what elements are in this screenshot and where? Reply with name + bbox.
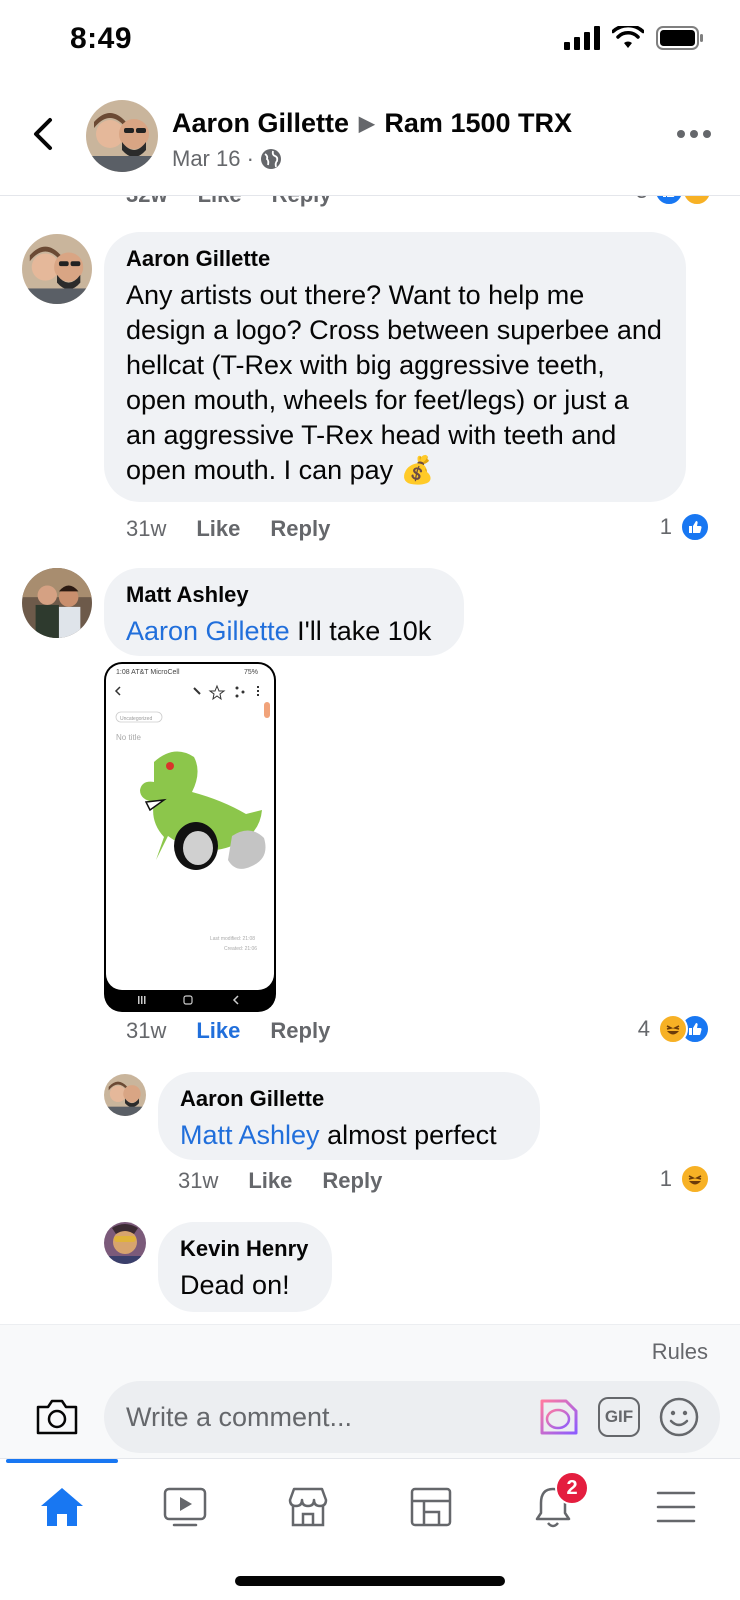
header-group[interactable]: Ram 1500 TRX — [384, 108, 572, 139]
battery-icon — [656, 26, 703, 50]
like-action[interactable]: Like — [196, 1018, 240, 1044]
attachment-modified: Last modified: 21:08 — [210, 936, 255, 942]
reply-bubble[interactable]: Aaron Gillette Matt Ashley almost perfec… — [158, 1072, 540, 1160]
home-indicator — [235, 1576, 505, 1586]
attachment-battery: 75% — [244, 669, 258, 676]
header-subtitle: Mar 16 · — [172, 146, 282, 172]
post-date: Mar 16 · — [172, 146, 254, 171]
marketplace-icon — [288, 1487, 328, 1527]
comment-body: almost perfect — [319, 1120, 497, 1150]
cellular-signal-icon — [564, 26, 600, 50]
composer-icons: GIF — [536, 1395, 700, 1439]
notification-badge: 2 — [555, 1471, 589, 1505]
comment-body: Any artists out there? Want to help me d… — [126, 280, 662, 485]
comment-reactions[interactable]: 1 — [660, 512, 710, 542]
avatar[interactable] — [22, 234, 92, 304]
camera-button[interactable] — [34, 1397, 80, 1437]
reaction-count: 4 — [637, 1016, 650, 1041]
tab-watch[interactable] — [155, 1479, 215, 1535]
comments-feed[interactable]: 32w Like Reply 5 Aaron Gillette Any arti… — [0, 196, 740, 1324]
reply-action[interactable]: Reply — [272, 196, 332, 208]
comment-text: Matt Ashley almost perfect — [180, 1118, 518, 1153]
avatar[interactable] — [104, 1074, 146, 1116]
tab-menu[interactable] — [646, 1479, 706, 1535]
avatar[interactable] — [104, 1222, 146, 1264]
comment-reactions[interactable]: 4 — [638, 1014, 710, 1044]
gif-label: GIF — [604, 1407, 634, 1426]
reply-bubble[interactable]: Kevin Henry Dead on! — [158, 1222, 332, 1312]
more-options-button[interactable] — [676, 124, 712, 144]
comment-composer: Rules GIF — [0, 1324, 740, 1458]
arrow-right-icon: ▶ — [359, 113, 375, 135]
haha-reaction-icon — [658, 1014, 688, 1044]
video-icon — [163, 1487, 207, 1527]
mention-link[interactable]: Matt Ashley — [180, 1120, 320, 1150]
reaction-count: 5 — [636, 196, 648, 204]
comment-author[interactable]: Aaron Gillette — [180, 1086, 518, 1112]
mention-link[interactable]: Aaron Gillette — [126, 616, 290, 646]
partial-reactions[interactable]: 5 — [636, 196, 712, 206]
gif-button[interactable]: GIF — [598, 1397, 640, 1437]
reply-reactions[interactable]: 1 — [660, 1164, 710, 1194]
tab-home[interactable] — [32, 1479, 92, 1535]
comment-time: 31w — [126, 516, 167, 541]
avatar-sticker-icon[interactable] — [536, 1395, 580, 1439]
attachment-note-title: No title — [116, 733, 141, 742]
status-bar: 8:49 — [0, 0, 740, 80]
partial-comment-actions: 32w Like Reply — [126, 196, 332, 208]
like-reaction-icon — [680, 512, 710, 542]
comment-author[interactable]: Matt Ashley — [126, 582, 442, 608]
header-avatar[interactable] — [86, 100, 158, 172]
header-author[interactable]: Aaron Gillette — [172, 108, 349, 139]
comment-text: Dead on! — [180, 1270, 290, 1300]
tab-marketplace[interactable] — [278, 1479, 338, 1535]
tab-notifications[interactable]: 2 — [523, 1471, 589, 1535]
reaction-count: 1 — [659, 1166, 672, 1191]
active-tab-indicator — [6, 1459, 118, 1463]
money-bag-icon: 💰 — [400, 455, 435, 485]
comment-author[interactable]: Aaron Gillette — [126, 246, 664, 272]
rules-link[interactable]: Rules — [652, 1339, 708, 1365]
reply-action[interactable]: Reply — [270, 516, 330, 542]
haha-reaction-icon — [682, 196, 712, 206]
like-action[interactable]: Like — [198, 196, 242, 208]
hamburger-menu-icon — [656, 1491, 696, 1523]
comment-author[interactable]: Kevin Henry — [180, 1236, 310, 1262]
back-button[interactable] — [26, 114, 62, 154]
reply-actions: 31w Like Reply — [178, 1168, 382, 1194]
attachment-created: Created: 21:06 — [224, 946, 257, 952]
comment-actions: 31w Like Reply — [126, 1018, 330, 1044]
wifi-icon — [612, 26, 644, 48]
comment-text: Any artists out there? Want to help me d… — [126, 278, 664, 488]
comment-text: Aaron Gillette I'll take 10k — [126, 614, 442, 649]
like-action[interactable]: Like — [196, 516, 240, 542]
like-reaction-icon — [654, 196, 684, 206]
comment-time: 31w — [126, 1018, 167, 1043]
reaction-count: 1 — [659, 514, 672, 539]
comment-actions: 31w Like Reply — [126, 516, 330, 542]
comment-image-attachment[interactable]: 1:08 AT&T MicroCell 75% Uncategorized No… — [104, 662, 276, 1012]
emoji-icon[interactable] — [658, 1396, 700, 1438]
attachment-status-text: 1:08 AT&T MicroCell — [116, 669, 180, 676]
like-action[interactable]: Like — [248, 1168, 292, 1194]
post-header: Aaron Gillette ▶ Ram 1500 TRX Mar 16 · — [0, 80, 740, 196]
bottom-tab-bar: 2 — [0, 1458, 740, 1600]
header-title[interactable]: Aaron Gillette ▶ Ram 1500 TRX — [172, 108, 572, 139]
comment-time: 32w — [126, 196, 168, 208]
comment-body: I'll take 10k — [289, 616, 432, 646]
tab-groups[interactable] — [401, 1479, 461, 1535]
reply-action[interactable]: Reply — [270, 1018, 330, 1044]
globe-icon — [260, 149, 281, 169]
avatar[interactable] — [22, 568, 92, 638]
status-icons — [564, 26, 704, 50]
comment-time: 31w — [178, 1168, 219, 1193]
comment-bubble[interactable]: Matt Ashley Aaron Gillette I'll take 10k — [104, 568, 464, 656]
attachment-tag: Uncategorized — [120, 716, 152, 722]
haha-reaction-icon — [680, 1164, 710, 1194]
comment-bubble[interactable]: Aaron Gillette Any artists out there? Wa… — [104, 232, 686, 502]
reply-action[interactable]: Reply — [322, 1168, 382, 1194]
status-time: 8:49 — [70, 22, 133, 55]
home-icon — [41, 1488, 83, 1526]
groups-feed-icon — [410, 1487, 452, 1527]
